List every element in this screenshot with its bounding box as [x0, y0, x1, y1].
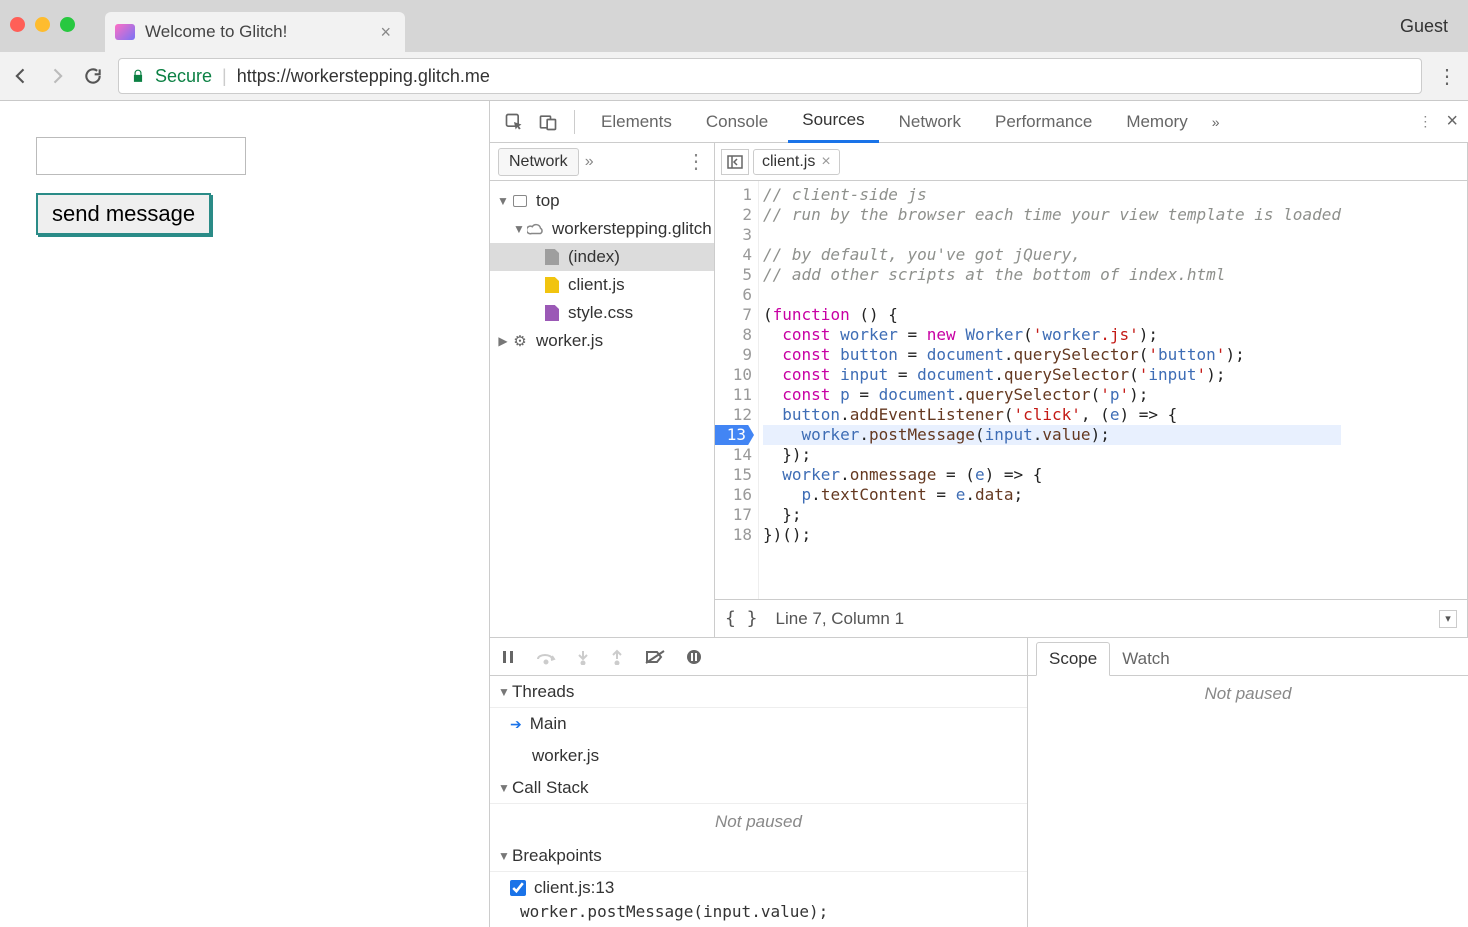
send-message-button[interactable]: send message — [36, 193, 211, 235]
code-body[interactable]: // client-side js// run by the browser e… — [759, 181, 1349, 599]
deactivate-breakpoints-icon[interactable] — [644, 649, 666, 665]
url-text: https://workerstepping.glitch.me — [237, 66, 490, 87]
secure-label: Secure — [155, 66, 212, 87]
tree-clientjs-label: client.js — [568, 275, 625, 295]
tab-sources[interactable]: Sources — [788, 101, 878, 143]
editor-tab-close-icon[interactable]: × — [821, 153, 830, 171]
breakpoints-header[interactable]: ▼Breakpoints — [490, 840, 1027, 872]
inspect-element-icon[interactable] — [500, 108, 528, 136]
editor-pane: client.js × 123456789101112131415161718 … — [715, 143, 1468, 637]
tree-file-index[interactable]: (index) — [490, 243, 714, 271]
debugger-toolbar — [490, 638, 1027, 676]
step-over-icon[interactable] — [536, 649, 556, 665]
navigator-tab-network[interactable]: Network — [498, 148, 579, 176]
tree-file-stylecss[interactable]: style.css — [490, 299, 714, 327]
message-input[interactable] — [36, 137, 246, 175]
threads-label: Threads — [512, 682, 574, 702]
file-tree: ▼top ▼workerstepping.glitch (index) clie… — [490, 181, 714, 361]
tab-scope[interactable]: Scope — [1036, 642, 1110, 676]
tree-top[interactable]: ▼top — [490, 187, 714, 215]
breakpoint-checkbox[interactable] — [510, 880, 526, 896]
profile-badge[interactable]: Guest — [1400, 16, 1448, 37]
back-button[interactable] — [10, 65, 32, 87]
navigator-menu-icon[interactable]: ⋮ — [686, 149, 706, 174]
navigator-overflow-icon[interactable]: » — [585, 153, 594, 171]
tree-domain-label: workerstepping.glitch — [552, 219, 712, 239]
pause-icon[interactable] — [500, 649, 516, 665]
tab-close-icon[interactable]: × — [380, 22, 391, 43]
editor-tab-label: client.js — [762, 153, 815, 171]
editor-tab-clientjs[interactable]: client.js × — [753, 149, 840, 175]
devtools: Elements Console Sources Network Perform… — [490, 101, 1468, 927]
reload-button[interactable] — [82, 65, 104, 87]
navigator-subtabs: Network » ⋮ — [490, 143, 714, 181]
callstack-label: Call Stack — [512, 778, 589, 798]
line-gutter[interactable]: 123456789101112131415161718 — [715, 181, 759, 599]
tab-title: Welcome to Glitch! — [145, 22, 287, 42]
editor-statusbar: { } Line 7, Column 1 ▾ — [715, 599, 1467, 637]
favicon-icon — [115, 24, 135, 40]
breakpoint-entry[interactable]: client.js:13 worker.postMessage(input.va… — [490, 872, 1027, 927]
address-bar[interactable]: Secure | https://workerstepping.glitch.m… — [118, 58, 1422, 94]
tab-memory[interactable]: Memory — [1112, 101, 1201, 143]
code-editor[interactable]: 123456789101112131415161718 // client-si… — [715, 181, 1467, 599]
tab-elements[interactable]: Elements — [587, 101, 686, 143]
breakpoints-label: Breakpoints — [512, 846, 602, 866]
sources-panel: Network » ⋮ ▼top ▼workerstepping.glitch … — [490, 143, 1468, 637]
toggle-navigator-icon[interactable] — [721, 149, 749, 175]
device-toggle-icon[interactable] — [534, 108, 562, 136]
tab-network[interactable]: Network — [885, 101, 975, 143]
tree-index-label: (index) — [568, 247, 620, 267]
tree-domain[interactable]: ▼workerstepping.glitch — [490, 215, 714, 243]
tab-console[interactable]: Console — [692, 101, 782, 143]
separator: | — [222, 66, 227, 87]
browser-menu-icon[interactable]: ⋮ — [1436, 64, 1458, 89]
browser-tab[interactable]: Welcome to Glitch! × — [105, 12, 405, 52]
callstack-header[interactable]: ▼Call Stack — [490, 772, 1027, 804]
navigator-pane: Network » ⋮ ▼top ▼workerstepping.glitch … — [490, 143, 715, 637]
editor-tabs: client.js × — [715, 143, 1467, 181]
step-out-icon[interactable] — [610, 649, 624, 665]
tab-performance[interactable]: Performance — [981, 101, 1106, 143]
devtools-close-icon[interactable]: × — [1446, 110, 1458, 133]
threads-header[interactable]: ▼Threads — [490, 676, 1027, 708]
scope-watch-tabs: Scope Watch — [1028, 638, 1468, 676]
pause-on-exceptions-icon[interactable] — [686, 649, 702, 665]
callstack-not-paused: Not paused — [490, 804, 1027, 840]
tree-stylecss-label: style.css — [568, 303, 633, 323]
maximize-window-icon[interactable] — [60, 17, 75, 32]
toggle-console-icon[interactable]: ▾ — [1439, 610, 1457, 628]
scope-not-paused: Not paused — [1028, 676, 1468, 712]
debugger-left: ▼Threads Main worker.js ▼Call Stack Not … — [490, 638, 1028, 927]
breakpoint-code: worker.postMessage(input.value); — [510, 902, 1017, 921]
devtools-settings-icon[interactable]: ⋮ — [1418, 113, 1432, 130]
minimize-window-icon[interactable] — [35, 17, 50, 32]
window-titlebar: Welcome to Glitch! × Guest — [0, 0, 1468, 52]
tabs-overflow-icon[interactable]: » — [1212, 114, 1220, 130]
page-content: send message — [0, 101, 490, 927]
tree-workerjs-label: worker.js — [536, 331, 603, 351]
step-into-icon[interactable] — [576, 649, 590, 665]
debugger-pane: ▼Threads Main worker.js ▼Call Stack Not … — [490, 637, 1468, 927]
tree-workerjs[interactable]: ▶⚙worker.js — [490, 327, 714, 355]
lock-icon — [131, 68, 145, 84]
tree-top-label: top — [536, 191, 560, 211]
thread-main[interactable]: Main — [490, 708, 1027, 740]
devtools-tabs: Elements Console Sources Network Perform… — [490, 101, 1468, 143]
forward-button[interactable] — [46, 65, 68, 87]
tab-watch[interactable]: Watch — [1110, 643, 1182, 675]
pretty-print-icon[interactable]: { } — [725, 608, 758, 629]
debugger-right: Scope Watch Not paused — [1028, 638, 1468, 927]
tree-file-clientjs[interactable]: client.js — [490, 271, 714, 299]
close-window-icon[interactable] — [10, 17, 25, 32]
thread-worker[interactable]: worker.js — [490, 740, 1027, 772]
cursor-position: Line 7, Column 1 — [776, 609, 905, 629]
main-area: send message Elements Console Sources Ne… — [0, 101, 1468, 927]
breakpoint-file-label: client.js:13 — [534, 878, 614, 898]
window-controls — [10, 17, 75, 32]
url-bar: Secure | https://workerstepping.glitch.m… — [0, 52, 1468, 101]
